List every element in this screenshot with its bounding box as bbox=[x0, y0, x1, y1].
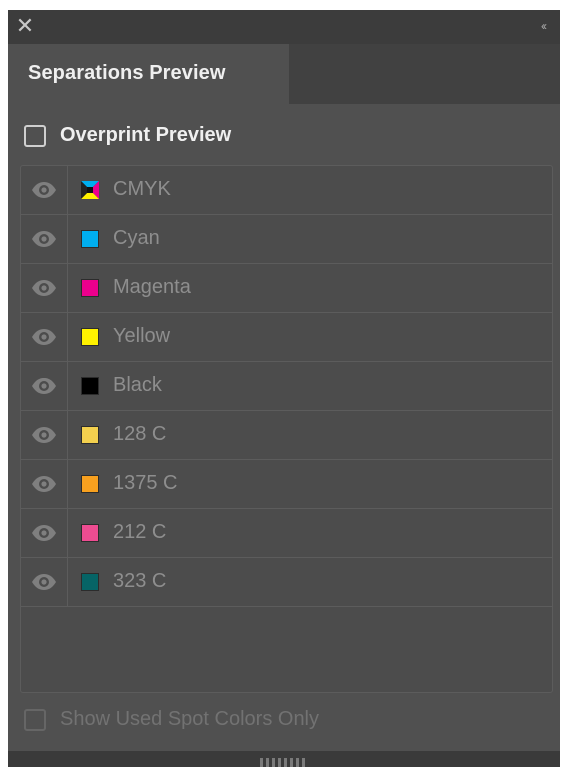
separation-label: 128 C bbox=[113, 423, 167, 445]
separation-label: Yellow bbox=[113, 325, 171, 347]
color-swatch bbox=[81, 573, 99, 591]
separation-label: CMYK bbox=[113, 178, 171, 200]
separation-row[interactable]: 212 C bbox=[21, 509, 552, 558]
separation-row[interactable]: Yellow bbox=[21, 313, 552, 362]
separation-label: 323 C bbox=[113, 570, 167, 592]
show-used-spot-colors-checkbox bbox=[24, 709, 46, 731]
panel-bottom-bar bbox=[8, 751, 560, 767]
separation-label: Cyan bbox=[113, 227, 160, 249]
color-swatch bbox=[81, 377, 99, 395]
tab-label: Separations Preview bbox=[28, 62, 226, 84]
color-swatch bbox=[81, 279, 99, 297]
overprint-preview-checkbox[interactable] bbox=[24, 125, 46, 147]
show-used-spot-colors-label: Show Used Spot Colors Only bbox=[60, 708, 320, 730]
separation-label: 1375 C bbox=[113, 472, 178, 494]
panel-titlebar: ✕ ‹‹ bbox=[8, 10, 560, 44]
panel-tab-bar: Separations Preview bbox=[8, 44, 560, 104]
separation-row[interactable]: 1375 C bbox=[21, 460, 552, 509]
separation-row[interactable]: CMYK bbox=[21, 166, 552, 215]
eye-icon[interactable] bbox=[21, 166, 68, 214]
color-swatch bbox=[81, 181, 99, 199]
separation-row[interactable]: 323 C bbox=[21, 558, 552, 607]
eye-icon[interactable] bbox=[21, 313, 68, 361]
separation-row[interactable]: Cyan bbox=[21, 215, 552, 264]
separation-label: Magenta bbox=[113, 276, 191, 298]
color-swatch bbox=[81, 475, 99, 493]
show-used-spot-colors-option: Show Used Spot Colors Only bbox=[24, 706, 444, 736]
eye-icon[interactable] bbox=[21, 509, 68, 557]
overprint-preview-label: Overprint Preview bbox=[60, 124, 232, 146]
color-swatch bbox=[81, 328, 99, 346]
color-swatch bbox=[81, 230, 99, 248]
eye-icon[interactable] bbox=[21, 215, 68, 263]
eye-icon[interactable] bbox=[21, 362, 68, 410]
color-swatch bbox=[81, 524, 99, 542]
separations-panel: ✕ ‹‹ Separations Preview Overprint Previ… bbox=[8, 10, 560, 767]
color-swatch bbox=[81, 426, 99, 444]
eye-icon[interactable] bbox=[21, 558, 68, 606]
separations-list: CMYK Cyan Magenta Yellow Black 128 C 1375 C 212… bbox=[20, 165, 553, 693]
eye-icon[interactable] bbox=[21, 411, 68, 459]
close-icon[interactable]: ✕ bbox=[14, 13, 36, 39]
separation-label: 212 C bbox=[113, 521, 167, 543]
overprint-preview-option[interactable]: Overprint Preview bbox=[24, 122, 424, 152]
collapse-panel-icon[interactable]: ‹‹ bbox=[534, 16, 552, 36]
separation-row[interactable]: Magenta bbox=[21, 264, 552, 313]
separation-label: Black bbox=[113, 374, 162, 396]
resize-grip-icon[interactable] bbox=[260, 758, 306, 767]
separation-row[interactable]: 128 C bbox=[21, 411, 552, 460]
eye-icon[interactable] bbox=[21, 264, 68, 312]
separation-row[interactable]: Black bbox=[21, 362, 552, 411]
eye-icon[interactable] bbox=[21, 460, 68, 508]
tab-separations-preview[interactable]: Separations Preview bbox=[8, 44, 289, 104]
